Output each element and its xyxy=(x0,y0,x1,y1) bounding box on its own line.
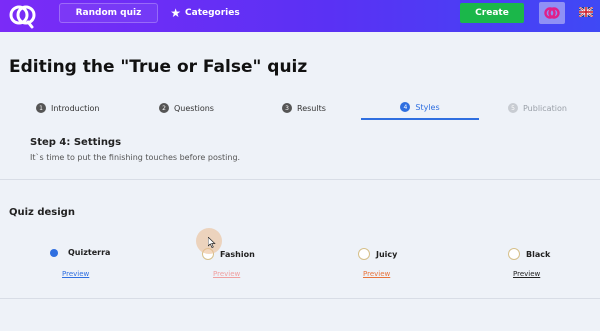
star-icon: ★ xyxy=(170,6,182,20)
design-option-juicy[interactable]: Juicy xyxy=(358,248,397,260)
user-avatar[interactable] xyxy=(539,2,565,24)
tab-introduction[interactable]: 1 Introduction xyxy=(36,96,99,120)
tab-questions[interactable]: 2 Questions xyxy=(159,96,214,120)
step-tabs: 1 Introduction 2 Questions 3 Results 4 S… xyxy=(26,96,586,120)
tab-label: Publication xyxy=(523,103,567,113)
tab-publication[interactable]: 5 Publication xyxy=(508,96,567,120)
step-subtitle: It`s time to put the finishing touches b… xyxy=(30,153,241,162)
tab-results[interactable]: 3 Results xyxy=(282,96,326,120)
step-title: Step 4: Settings xyxy=(30,137,122,148)
random-quiz-button[interactable]: Random quiz xyxy=(59,3,158,23)
tab-label: Questions xyxy=(174,103,214,113)
radio-unchecked[interactable] xyxy=(508,248,520,260)
radio-checked[interactable] xyxy=(50,248,58,257)
design-option-label: Quizterra xyxy=(68,248,111,257)
mouse-pointer-icon xyxy=(208,237,216,248)
design-option-black[interactable]: Black xyxy=(508,248,550,260)
uk-flag-icon[interactable] xyxy=(579,7,593,17)
quizterra-logo-icon[interactable] xyxy=(8,3,36,29)
categories-label: Categories xyxy=(185,8,240,18)
create-button[interactable]: Create xyxy=(460,3,524,23)
radio-unchecked[interactable] xyxy=(358,248,370,260)
tab-number: 4 xyxy=(400,102,411,112)
preview-link-juicy[interactable]: Preview xyxy=(363,270,390,278)
categories-button[interactable]: ★ Categories xyxy=(170,3,240,23)
design-option-label: Black xyxy=(526,249,551,259)
user-logo-icon xyxy=(544,7,560,19)
random-quiz-label: Random quiz xyxy=(75,8,142,18)
tab-number: 2 xyxy=(159,103,169,113)
preview-link-black[interactable]: Preview xyxy=(513,270,540,278)
create-label: Create xyxy=(475,8,509,18)
design-option-quizterra[interactable]: Quizterra xyxy=(50,248,110,257)
page-title: Editing the "True or False" quiz xyxy=(9,57,308,77)
tab-label: Styles xyxy=(415,102,440,112)
design-option-label: Juicy xyxy=(376,249,398,259)
top-nav-bar: Random quiz ★ Categories Create xyxy=(0,0,600,32)
divider xyxy=(0,298,600,299)
tab-number: 5 xyxy=(508,103,518,113)
preview-link-quizterra[interactable]: Preview xyxy=(62,270,89,278)
tab-label: Results xyxy=(297,103,326,113)
preview-link-fashion[interactable]: Preview xyxy=(213,270,240,278)
design-option-label: Fashion xyxy=(220,249,255,259)
tab-number: 3 xyxy=(282,103,292,113)
tab-label: Introduction xyxy=(51,103,100,113)
tab-styles[interactable]: 4 Styles xyxy=(361,96,479,120)
divider xyxy=(0,179,600,180)
quiz-design-title: Quiz design xyxy=(9,207,75,218)
tab-number: 1 xyxy=(36,103,46,113)
